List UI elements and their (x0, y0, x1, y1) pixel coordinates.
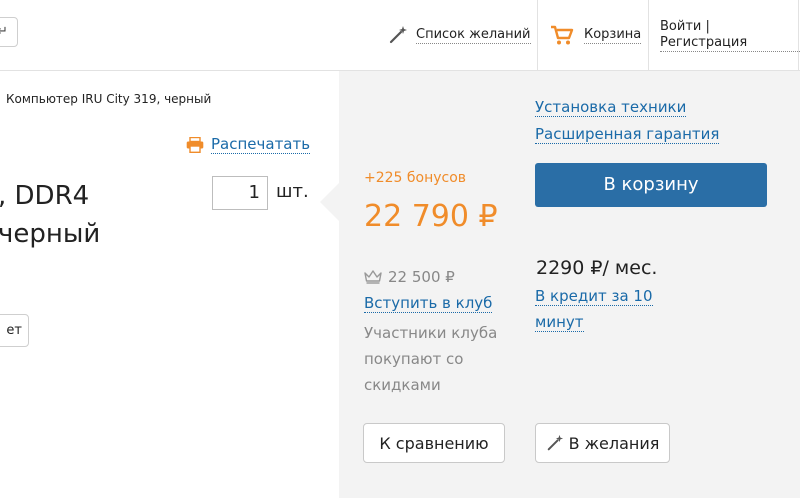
compare-button[interactable]: К сравнению (363, 423, 505, 463)
print-link-label: Распечатать (211, 135, 311, 154)
wishlist-link-label: Список желаний (416, 26, 531, 44)
site-header: ↵ Список желаний Корзина Войти | Регистр… (0, 0, 800, 71)
club-price: 22 500 ₽ (364, 268, 455, 286)
partial-left-button[interactable]: ет (0, 314, 29, 347)
panel-pointer (320, 182, 340, 222)
installation-link[interactable]: Установка техники (535, 98, 687, 117)
product-breadcrumb: Компьютер IRU City 319, черный (6, 92, 212, 106)
quantity-unit: шт. (276, 181, 309, 202)
club-note: Участники клуба покупают со скидками (364, 324, 498, 394)
credit-price: 2290 ₽/ мес. (536, 257, 658, 279)
header-divider (537, 0, 538, 70)
add-to-cart-button[interactable]: В корзину (535, 163, 767, 207)
warranty-link[interactable]: Расширенная гарантия (535, 125, 720, 144)
join-club-link[interactable]: Вступить в клуб (364, 294, 493, 313)
product-title-line: , DDR4 (0, 181, 90, 211)
header-divider (798, 0, 799, 70)
warranty-link-label: Расширенная гарантия (535, 125, 720, 144)
join-club-link-label: Вступить в клуб (364, 294, 493, 313)
header-divider (648, 0, 649, 70)
header-left-button-label: ↵ (0, 24, 8, 39)
auth-link[interactable]: Войти | Регистрация (660, 0, 800, 70)
auth-link-label: Войти | Регистрация (660, 19, 800, 52)
add-to-wishlist-button-label: В желания (568, 433, 660, 453)
credit-link[interactable]: В кредит за 10 минут (535, 283, 675, 335)
add-to-wishlist-button[interactable]: В желания (535, 423, 670, 463)
product-price: 22 790 ₽ (364, 199, 498, 234)
installation-link-label: Установка техники (535, 98, 687, 117)
product-title: , DDR4 черный (0, 177, 100, 253)
printer-icon (186, 136, 204, 153)
crown-icon (364, 270, 382, 284)
cart-link-label: Корзина (584, 26, 642, 44)
cart-icon (550, 24, 574, 46)
magic-wand-icon (546, 434, 564, 452)
credit-link-label: В кредит за 10 минут (535, 287, 653, 332)
print-link[interactable]: Распечатать (186, 135, 311, 154)
compare-button-label: К сравнению (379, 433, 489, 453)
bonus-text: +225 бонусов (364, 170, 467, 186)
product-title-line: черный (0, 219, 101, 249)
quantity-input[interactable]: 1 (212, 176, 268, 210)
club-price-value: 22 500 ₽ (388, 268, 455, 286)
cart-link[interactable]: Корзина (550, 0, 642, 70)
wishlist-link[interactable]: Список желаний (388, 0, 531, 70)
magic-wand-icon (388, 25, 408, 45)
header-left-button[interactable]: ↵ (0, 17, 18, 47)
